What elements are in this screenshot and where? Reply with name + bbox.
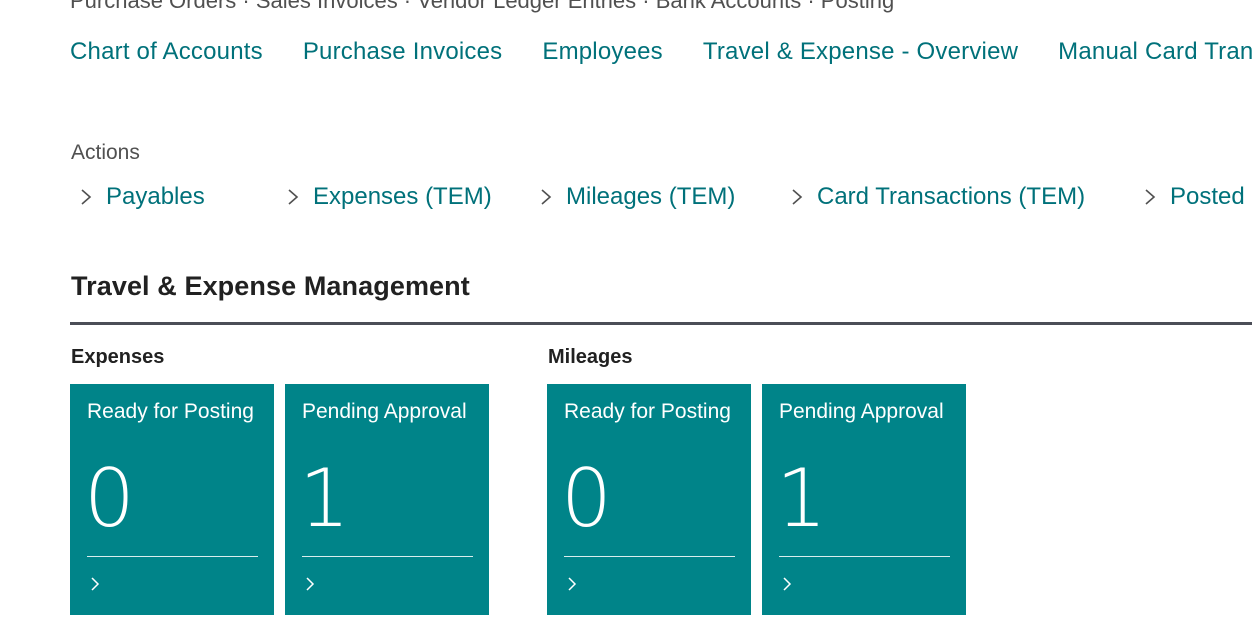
- nav-link-travel-expense-overview[interactable]: Travel & Expense - Overview: [703, 38, 1018, 66]
- nav-link-purchase-invoices[interactable]: Purchase Invoices: [303, 38, 503, 66]
- tile-expenses-pending-approval[interactable]: Pending Approval 1: [285, 384, 489, 615]
- top-navigation: Chart of Accounts Purchase Invoices Empl…: [70, 38, 1252, 66]
- tile-mileages-pending-approval[interactable]: Pending Approval 1: [762, 384, 966, 615]
- chevron-right-icon[interactable]: [779, 576, 795, 592]
- role-center-page: Purchase Orders · Sales Invoices · Vendo…: [0, 0, 1252, 629]
- actions-label: Actions: [71, 141, 140, 164]
- tile-title: Pending Approval: [779, 400, 944, 423]
- chevron-right-icon: [536, 187, 556, 207]
- chevron-right-icon: [283, 187, 303, 207]
- tile-value: 1: [776, 452, 827, 545]
- tile-value: 0: [84, 452, 135, 545]
- action-label: Expenses (TEM): [313, 183, 492, 210]
- action-label: Payables: [106, 183, 205, 210]
- chevron-right-icon: [76, 187, 96, 207]
- tile-expenses-ready-for-posting[interactable]: Ready for Posting 0: [70, 384, 274, 615]
- action-label: Posted: [1170, 183, 1245, 210]
- action-posted[interactable]: Posted: [1140, 183, 1245, 211]
- section-title: Travel & Expense Management: [71, 271, 470, 301]
- tile-value: 0: [561, 452, 612, 545]
- section-divider: [70, 322, 1252, 325]
- action-expenses-tem[interactable]: Expenses (TEM): [283, 183, 536, 211]
- chevron-right-icon[interactable]: [87, 576, 103, 592]
- chevron-right-icon[interactable]: [302, 576, 318, 592]
- nav-link-chart-of-accounts[interactable]: Chart of Accounts: [70, 38, 263, 66]
- tile-divider: [564, 556, 735, 557]
- chevron-right-icon[interactable]: [564, 576, 580, 592]
- chevron-right-icon: [1140, 187, 1160, 207]
- nav-link-employees[interactable]: Employees: [542, 38, 663, 66]
- group-label-expenses: Expenses: [71, 346, 165, 368]
- action-label: Card Transactions (TEM): [817, 183, 1086, 210]
- chevron-right-icon: [787, 187, 807, 207]
- action-payables[interactable]: Payables: [76, 183, 283, 211]
- tile-mileages-ready-for-posting[interactable]: Ready for Posting 0: [547, 384, 751, 615]
- action-mileages-tem[interactable]: Mileages (TEM): [536, 183, 787, 211]
- action-label: Mileages (TEM): [566, 183, 736, 210]
- nav-link-manual-card-transactions[interactable]: Manual Card Transactions: [1058, 38, 1252, 66]
- tile-divider: [779, 556, 950, 557]
- actions-row: Payables Expenses (TEM) Mileages (TEM) C…: [76, 183, 1245, 211]
- group-label-mileages: Mileages: [548, 346, 633, 368]
- action-card-transactions-tem[interactable]: Card Transactions (TEM): [787, 183, 1140, 211]
- tile-divider: [302, 556, 473, 557]
- tile-title: Ready for Posting: [564, 400, 731, 423]
- tile-title: Pending Approval: [302, 400, 467, 423]
- top-nav-overflow-row: Purchase Orders · Sales Invoices · Vendo…: [70, 0, 895, 13]
- tile-divider: [87, 556, 258, 557]
- tile-value: 1: [299, 452, 350, 545]
- tile-title: Ready for Posting: [87, 400, 254, 423]
